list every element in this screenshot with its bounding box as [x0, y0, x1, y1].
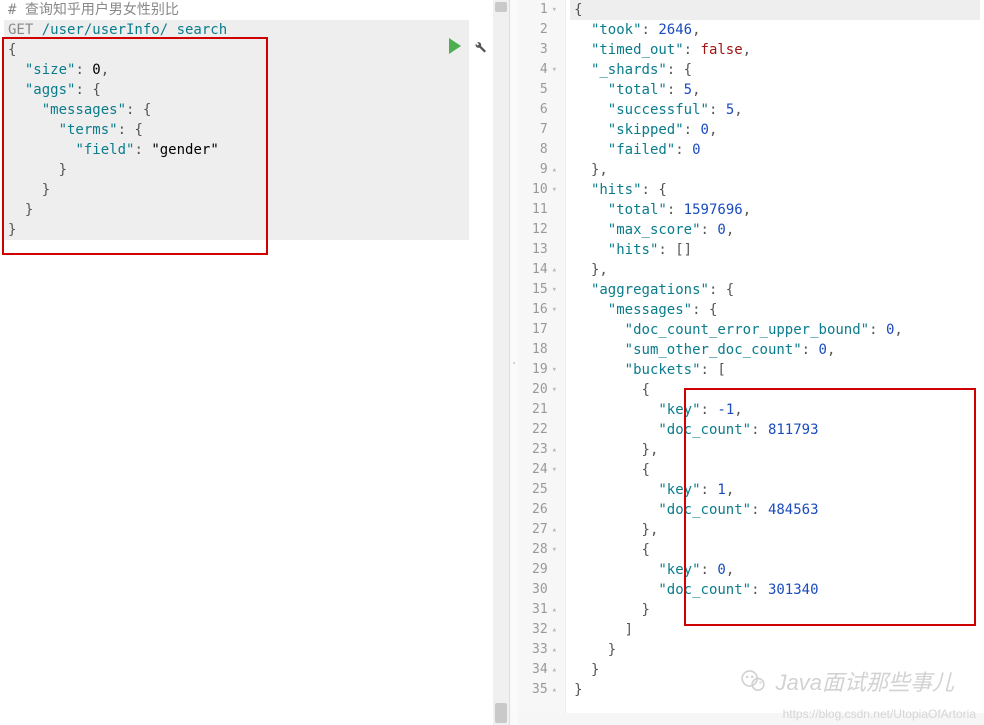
line-number: 15▾: [532, 280, 557, 300]
line-number: 4▾: [532, 60, 557, 80]
line-number: 20▾: [532, 380, 557, 400]
code-line[interactable]: {: [570, 0, 980, 20]
line-number: 12: [532, 220, 557, 240]
code-line[interactable]: "messages": {: [570, 300, 980, 320]
code-line[interactable]: "took": 2646,: [570, 20, 980, 40]
code-line[interactable]: "hits": {: [570, 180, 980, 200]
line-number: 7: [532, 120, 557, 140]
line-number: 8: [532, 140, 557, 160]
line-number: 30: [532, 580, 557, 600]
code-line[interactable]: "hits": []: [570, 240, 980, 260]
request-line[interactable]: GET /user/userInfo/_search: [4, 20, 469, 40]
line-number: 19▾: [532, 360, 557, 380]
code-line[interactable]: "sum_other_doc_count": 0,: [570, 340, 980, 360]
code-line[interactable]: {: [570, 460, 980, 480]
code-line[interactable]: "failed": 0: [570, 140, 980, 160]
request-editor[interactable]: # 查询知乎用户男女性别比GET /user/userInfo/_search{…: [0, 0, 509, 725]
line-number: 26: [532, 500, 557, 520]
line-number: 3: [532, 40, 557, 60]
code-line[interactable]: "terms": {: [4, 120, 469, 140]
run-query-icon[interactable]: [449, 38, 461, 54]
line-number: 29: [532, 560, 557, 580]
code-line[interactable]: "buckets": [: [570, 360, 980, 380]
code-line[interactable]: "key": 1,: [570, 480, 980, 500]
code-line[interactable]: "total": 5,: [570, 80, 980, 100]
code-line[interactable]: ]: [570, 620, 980, 640]
line-number: 21: [532, 400, 557, 420]
line-number: 16▾: [532, 300, 557, 320]
watermark-text: Java面试那些事儿: [776, 665, 954, 697]
code-line[interactable]: "skipped": 0,: [570, 120, 980, 140]
line-number: 35▴: [532, 680, 557, 700]
request-code[interactable]: # 查询知乎用户男女性别比GET /user/userInfo/_search{…: [0, 0, 509, 725]
code-line[interactable]: "timed_out": false,: [570, 40, 980, 60]
url-watermark: https://blog.csdn.net/UtopiaOfArtoria: [783, 707, 976, 721]
code-line[interactable]: {: [4, 40, 469, 60]
response-code[interactable]: { "took": 2646, "timed_out": false, "_sh…: [566, 0, 984, 725]
code-line[interactable]: "messages": {: [4, 100, 469, 120]
code-line[interactable]: "field": "gender": [4, 140, 469, 160]
response-viewer-pane: 1▾2 3 4▾5 6 7 8 9▴10▾11 12 13 14▴15▾16▾1…: [518, 0, 984, 725]
line-number: 32▴: [532, 620, 557, 640]
response-editor[interactable]: 1▾2 3 4▾5 6 7 8 9▴10▾11 12 13 14▴15▾16▾1…: [518, 0, 984, 725]
line-number: 14▴: [532, 260, 557, 280]
code-line[interactable]: "max_score": 0,: [570, 220, 980, 240]
code-line[interactable]: }: [4, 180, 469, 200]
code-line[interactable]: "doc_count": 484563: [570, 500, 980, 520]
line-number: 33▴: [532, 640, 557, 660]
request-editor-pane: # 查询知乎用户男女性别比GET /user/userInfo/_search{…: [0, 0, 510, 725]
left-scrollbar[interactable]: [493, 0, 509, 725]
code-line[interactable]: "key": -1,: [570, 400, 980, 420]
code-line[interactable]: }: [4, 200, 469, 220]
code-line[interactable]: "doc_count_error_upper_bound": 0,: [570, 320, 980, 340]
line-number: 17: [532, 320, 557, 340]
code-line[interactable]: },: [570, 260, 980, 280]
code-line[interactable]: }: [570, 600, 980, 620]
code-line[interactable]: {: [570, 380, 980, 400]
line-number: 5: [532, 80, 557, 100]
line-number: 34▴: [532, 660, 557, 680]
code-line[interactable]: {: [570, 540, 980, 560]
code-line[interactable]: }: [570, 640, 980, 660]
code-line[interactable]: },: [570, 440, 980, 460]
code-line[interactable]: "aggs": {: [4, 80, 469, 100]
code-line[interactable]: "doc_count": 811793: [570, 420, 980, 440]
code-line[interactable]: "_shards": {: [570, 60, 980, 80]
line-number: 6: [532, 100, 557, 120]
line-number: 11: [532, 200, 557, 220]
code-line[interactable]: }: [4, 220, 469, 240]
line-number: 24▾: [532, 460, 557, 480]
line-number: 31▴: [532, 600, 557, 620]
code-line[interactable]: "aggregations": {: [570, 280, 980, 300]
code-line[interactable]: "doc_count": 301340: [570, 580, 980, 600]
response-gutter: 1▾2 3 4▾5 6 7 8 9▴10▾11 12 13 14▴15▾16▾1…: [518, 0, 566, 725]
line-number: 10▾: [532, 180, 557, 200]
code-line[interactable]: "key": 0,: [570, 560, 980, 580]
line-number: 23▴: [532, 440, 557, 460]
code-line[interactable]: "size": 0,: [4, 60, 469, 80]
code-line[interactable]: },: [570, 160, 980, 180]
wrench-icon[interactable]: [471, 38, 487, 54]
line-number: 1▾: [532, 0, 557, 20]
line-number: 22: [532, 420, 557, 440]
code-line[interactable]: "total": 1597696,: [570, 200, 980, 220]
line-number: 2: [532, 20, 557, 40]
watermark: Java面试那些事儿: [738, 665, 954, 697]
scroll-thumb-bottom[interactable]: [495, 703, 507, 723]
code-line[interactable]: }: [4, 160, 469, 180]
line-number: 25: [532, 480, 557, 500]
line-number: 27▴: [532, 520, 557, 540]
wechat-icon: [738, 666, 768, 696]
line-number: 28▾: [532, 540, 557, 560]
comment-line: # 查询知乎用户男女性别比: [4, 0, 469, 20]
code-line[interactable]: "successful": 5,: [570, 100, 980, 120]
code-line[interactable]: },: [570, 520, 980, 540]
pane-splitter[interactable]: ⋮: [510, 0, 518, 725]
scroll-thumb-top[interactable]: [495, 2, 507, 12]
line-number: 18: [532, 340, 557, 360]
line-number: 9▴: [532, 160, 557, 180]
line-number: 13: [532, 240, 557, 260]
